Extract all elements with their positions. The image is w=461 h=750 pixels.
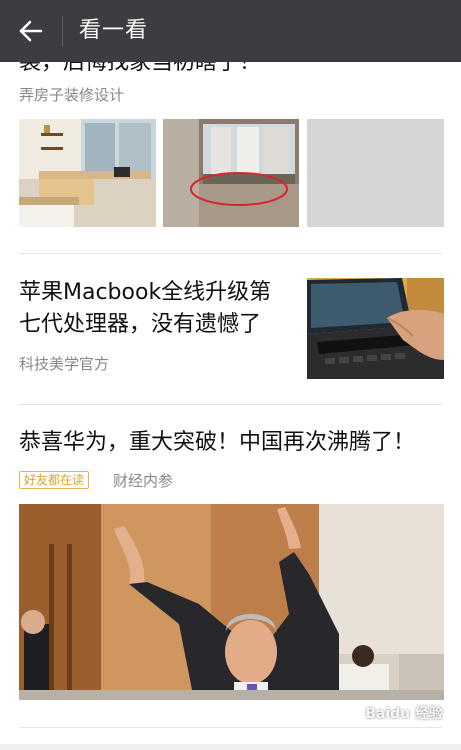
header-divider xyxy=(62,16,63,46)
friends-reading-badge: 好友都在读 xyxy=(19,471,90,489)
article-cover-image[interactable] xyxy=(19,504,444,700)
article-title-line-2: 七代处理器，没有遗憾了 xyxy=(19,312,262,337)
thumbnail-room[interactable] xyxy=(19,119,156,227)
thumbnail-window[interactable] xyxy=(163,119,299,227)
separator xyxy=(19,404,442,405)
baidu-watermark: Baidu 经验 xyxy=(365,706,443,722)
thumbnail-placeholder[interactable] xyxy=(307,119,444,227)
arrow-left-icon xyxy=(19,20,43,42)
back-button[interactable] xyxy=(18,18,44,44)
article-source: 财经内参 xyxy=(113,472,174,490)
article-title-line-1: 苹果Macbook全线升级第 xyxy=(19,280,272,305)
article-source: 科技美学官方 xyxy=(19,355,110,373)
article-title: 恭喜华为，重大突破！中国再次沸腾了！ xyxy=(19,430,416,455)
separator xyxy=(19,253,442,254)
article-source: 弄房子装修设计 xyxy=(19,86,125,104)
separator xyxy=(19,727,442,728)
thumbnail-macbook[interactable] xyxy=(307,278,444,379)
top-navigation-bar: 看一看 xyxy=(0,0,461,62)
bottom-bar xyxy=(0,744,461,750)
page-title: 看一看 xyxy=(79,18,149,43)
